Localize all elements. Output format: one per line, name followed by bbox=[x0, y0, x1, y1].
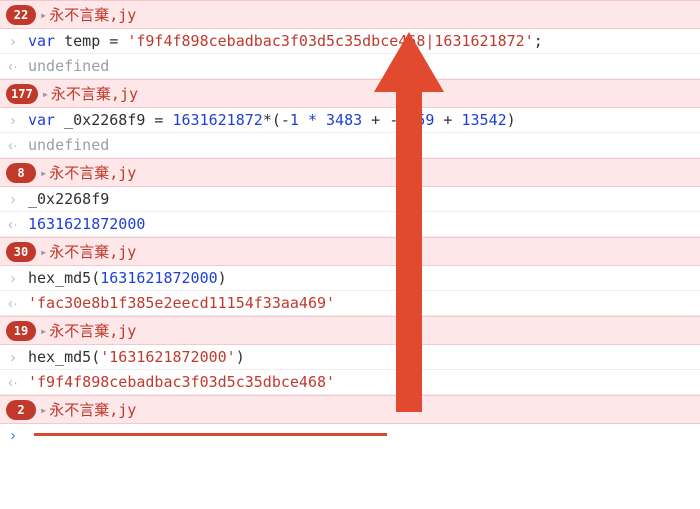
output-text: undefined bbox=[28, 57, 109, 75]
output-text: 1631621872000 bbox=[28, 215, 145, 233]
output-caret-icon: ‹· bbox=[6, 374, 20, 391]
console-output-line: ‹· undefined bbox=[0, 133, 700, 158]
repeat-count-badge: 19 bbox=[6, 321, 36, 341]
disclosure-triangle-icon[interactable]: ▸ bbox=[40, 245, 47, 259]
console-output-line: ‹· 'fac30e8b1f385e2eecd11154f33aa469' bbox=[0, 291, 700, 316]
banner-text: 永不言棄,jy bbox=[49, 241, 136, 262]
disclosure-triangle-icon[interactable]: ▸ bbox=[40, 8, 47, 22]
banner-text: 永不言棄,jy bbox=[49, 399, 136, 420]
code-text: hex_md5(1631621872000) bbox=[28, 269, 227, 287]
banner-text: 永不言棄,jy bbox=[51, 83, 138, 104]
repeat-count-badge: 2 bbox=[6, 400, 36, 420]
output-caret-icon: ‹· bbox=[6, 216, 20, 233]
console-prompt[interactable]: › bbox=[0, 424, 700, 447]
console-input-line[interactable]: › hex_md5(1631621872000) bbox=[0, 266, 700, 291]
repeat-count-badge: 22 bbox=[6, 5, 36, 25]
code-text: _0x2268f9 bbox=[28, 190, 109, 208]
input-caret-icon: › bbox=[6, 270, 20, 287]
console-message-banner: 8 ▸ 永不言棄,jy bbox=[0, 158, 700, 187]
console-input-line[interactable]: › var _0x2268f9 = 1631621872*(-1 * 3483 … bbox=[0, 108, 700, 133]
input-caret-icon: › bbox=[6, 112, 20, 129]
disclosure-triangle-icon[interactable]: ▸ bbox=[40, 403, 47, 417]
console-message-banner: 19 ▸ 永不言棄,jy bbox=[0, 316, 700, 345]
repeat-count-badge: 177 bbox=[6, 84, 38, 104]
console-input-line[interactable]: › var temp = 'f9f4f898cebadbac3f03d5c35d… bbox=[0, 29, 700, 54]
repeat-count-badge: 30 bbox=[6, 242, 36, 262]
banner-text: 永不言棄,jy bbox=[49, 162, 136, 183]
repeat-count-badge: 8 bbox=[6, 163, 36, 183]
output-caret-icon: ‹· bbox=[6, 137, 20, 154]
console-message-banner: 22 ▸ 永不言棄,jy bbox=[0, 0, 700, 29]
console-output-line: ‹· undefined bbox=[0, 54, 700, 79]
console-message-banner: 2 ▸ 永不言棄,jy bbox=[0, 395, 700, 424]
output-text: 'f9f4f898cebadbac3f03d5c35dbce468' bbox=[28, 373, 335, 391]
console-output-line: ‹· 1631621872000 bbox=[0, 212, 700, 237]
input-caret-icon: › bbox=[6, 191, 20, 208]
console-output-line: ‹· 'f9f4f898cebadbac3f03d5c35dbce468' bbox=[0, 370, 700, 395]
banner-text: 永不言棄,jy bbox=[49, 4, 136, 25]
console-input-line[interactable]: › hex_md5('1631621872000') bbox=[0, 345, 700, 370]
banner-text: 永不言棄,jy bbox=[49, 320, 136, 341]
disclosure-triangle-icon[interactable]: ▸ bbox=[40, 166, 47, 180]
code-text: hex_md5('1631621872000') bbox=[28, 348, 245, 366]
disclosure-triangle-icon[interactable]: ▸ bbox=[42, 87, 49, 101]
input-caret-icon: › bbox=[6, 33, 20, 50]
output-caret-icon: ‹· bbox=[6, 295, 20, 312]
output-text: 'fac30e8b1f385e2eecd11154f33aa469' bbox=[28, 294, 335, 312]
prompt-caret-icon: › bbox=[6, 427, 20, 444]
console-message-banner: 177 ▸ 永不言棄,jy bbox=[0, 79, 700, 108]
disclosure-triangle-icon[interactable]: ▸ bbox=[40, 324, 47, 338]
output-caret-icon: ‹· bbox=[6, 58, 20, 75]
console-input-line[interactable]: › _0x2268f9 bbox=[0, 187, 700, 212]
input-caret-icon: › bbox=[6, 349, 20, 366]
console-message-banner: 30 ▸ 永不言棄,jy bbox=[0, 237, 700, 266]
output-text: undefined bbox=[28, 136, 109, 154]
code-text: var _0x2268f9 = 1631621872*(-1 * 3483 + … bbox=[28, 111, 516, 129]
code-text: var temp = 'f9f4f898cebadbac3f03d5c35dbc… bbox=[28, 32, 543, 50]
